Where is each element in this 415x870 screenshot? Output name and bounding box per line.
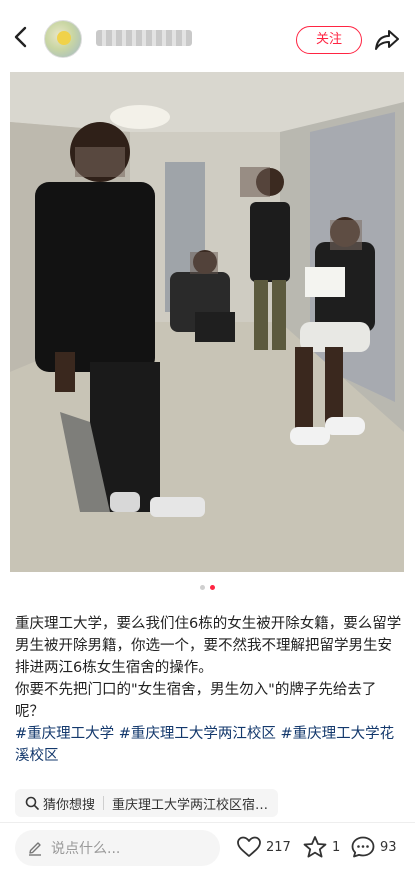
follow-button[interactable]: 关注: [296, 26, 362, 54]
photo-illustration: [10, 72, 404, 572]
share-icon[interactable]: [373, 26, 401, 54]
comment-count: 93: [380, 839, 397, 855]
like-button[interactable]: 217: [236, 835, 291, 859]
favorite-count: 1: [332, 839, 341, 855]
carousel-dot-active[interactable]: [210, 585, 215, 590]
post-body-line2: 你要不先把门口的"女生宿舍，男生勿入"的牌子先给去了呢？: [15, 682, 377, 720]
author-name-blurred[interactable]: [96, 30, 192, 46]
post-content: 重庆理工大学，要么我们住6栋的女生被开除女籍，要么留学男生被开除男籍，你选一个，…: [15, 613, 403, 767]
author-avatar[interactable]: [44, 20, 82, 58]
suggest-query[interactable]: 重庆理工大学两江校区宿…: [112, 794, 268, 813]
heart-icon: [237, 836, 261, 857]
bottom-action-bar: 说点什么... 217 1 93: [0, 822, 415, 870]
comment-bubble-icon: [351, 836, 375, 858]
comment-input[interactable]: 说点什么...: [15, 830, 220, 866]
post-body-line1: 重庆理工大学，要么我们住6栋的女生被开除女籍，要么留学男生被开除男籍，你选一个，…: [15, 616, 402, 676]
search-icon: [25, 796, 39, 810]
carousel-dot[interactable]: [200, 585, 205, 590]
comment-placeholder: 说点什么...: [51, 841, 121, 857]
pencil-icon: [29, 842, 41, 856]
top-bar: 关注: [0, 0, 415, 72]
star-icon: [303, 836, 327, 858]
post-photo[interactable]: [10, 72, 404, 572]
comment-button[interactable]: 93: [350, 835, 397, 859]
divider: [103, 796, 105, 810]
suggested-search[interactable]: 猜你想搜 重庆理工大学两江校区宿…: [15, 789, 279, 817]
image-carousel-dots: [0, 585, 415, 593]
back-icon[interactable]: [10, 22, 34, 52]
suggest-label: 猜你想搜: [43, 797, 96, 813]
favorite-button[interactable]: 1: [302, 835, 340, 859]
like-count: 217: [266, 839, 291, 855]
post-hashtags[interactable]: #重庆理工大学 #重庆理工大学两江校区 #重庆理工大学花溪校区: [15, 723, 403, 767]
